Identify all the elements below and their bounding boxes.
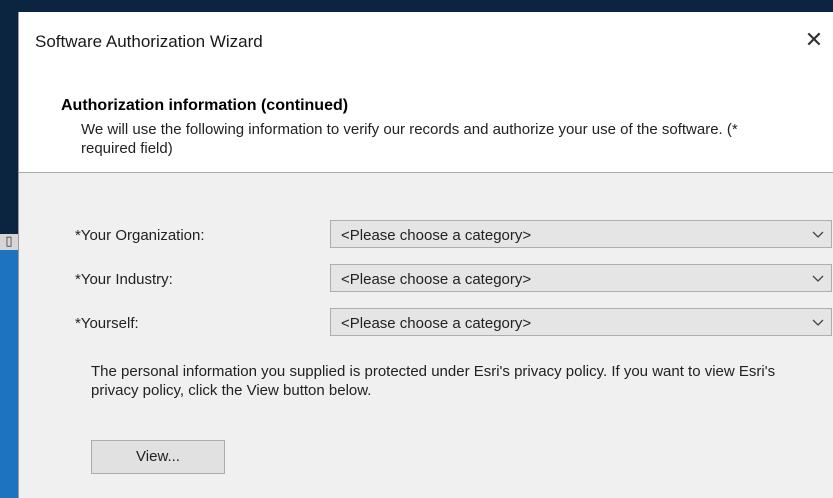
close-icon: ✕ [804,28,824,53]
industry-select-value: <Please choose a category> [341,271,532,288]
privacy-notice: The personal information you supplied is… [91,363,776,399]
title-bar: Software Authorization Wizard ✕ [19,12,833,60]
desktop-taskbar-edge [0,250,18,498]
organization-label: *Your Organization: [75,227,205,244]
chevron-down-icon [812,275,824,282]
chevron-down-icon [812,319,824,326]
view-button[interactable]: View... [91,440,225,474]
yourself-select[interactable]: <Please choose a category> [330,308,832,336]
industry-select[interactable]: <Please choose a category> [330,264,832,292]
chevron-down-icon [812,231,824,238]
yourself-label: *Yourself: [75,315,139,332]
section-title: Authorization information (continued) [61,97,349,114]
organization-row: *Your Organization: <Please choose a cat… [19,220,833,250]
organization-select[interactable]: <Please choose a category> [330,220,832,248]
close-button[interactable]: ✕ [794,26,833,56]
yourself-select-value: <Please choose a category> [341,315,532,332]
wizard-header: Authorization information (continued) We… [19,60,833,173]
window-title: Software Authorization Wizard [35,32,263,51]
wizard-window: Software Authorization Wizard ✕ Authoriz… [18,12,833,498]
industry-label: *Your Industry: [75,271,173,288]
section-description: We will use the following information to… [81,121,738,157]
yourself-row: *Yourself: <Please choose a category> [19,308,833,338]
organization-select-value: <Please choose a category> [341,227,532,244]
desktop-icon: ▯ [0,234,18,250]
industry-row: *Your Industry: <Please choose a categor… [19,264,833,294]
